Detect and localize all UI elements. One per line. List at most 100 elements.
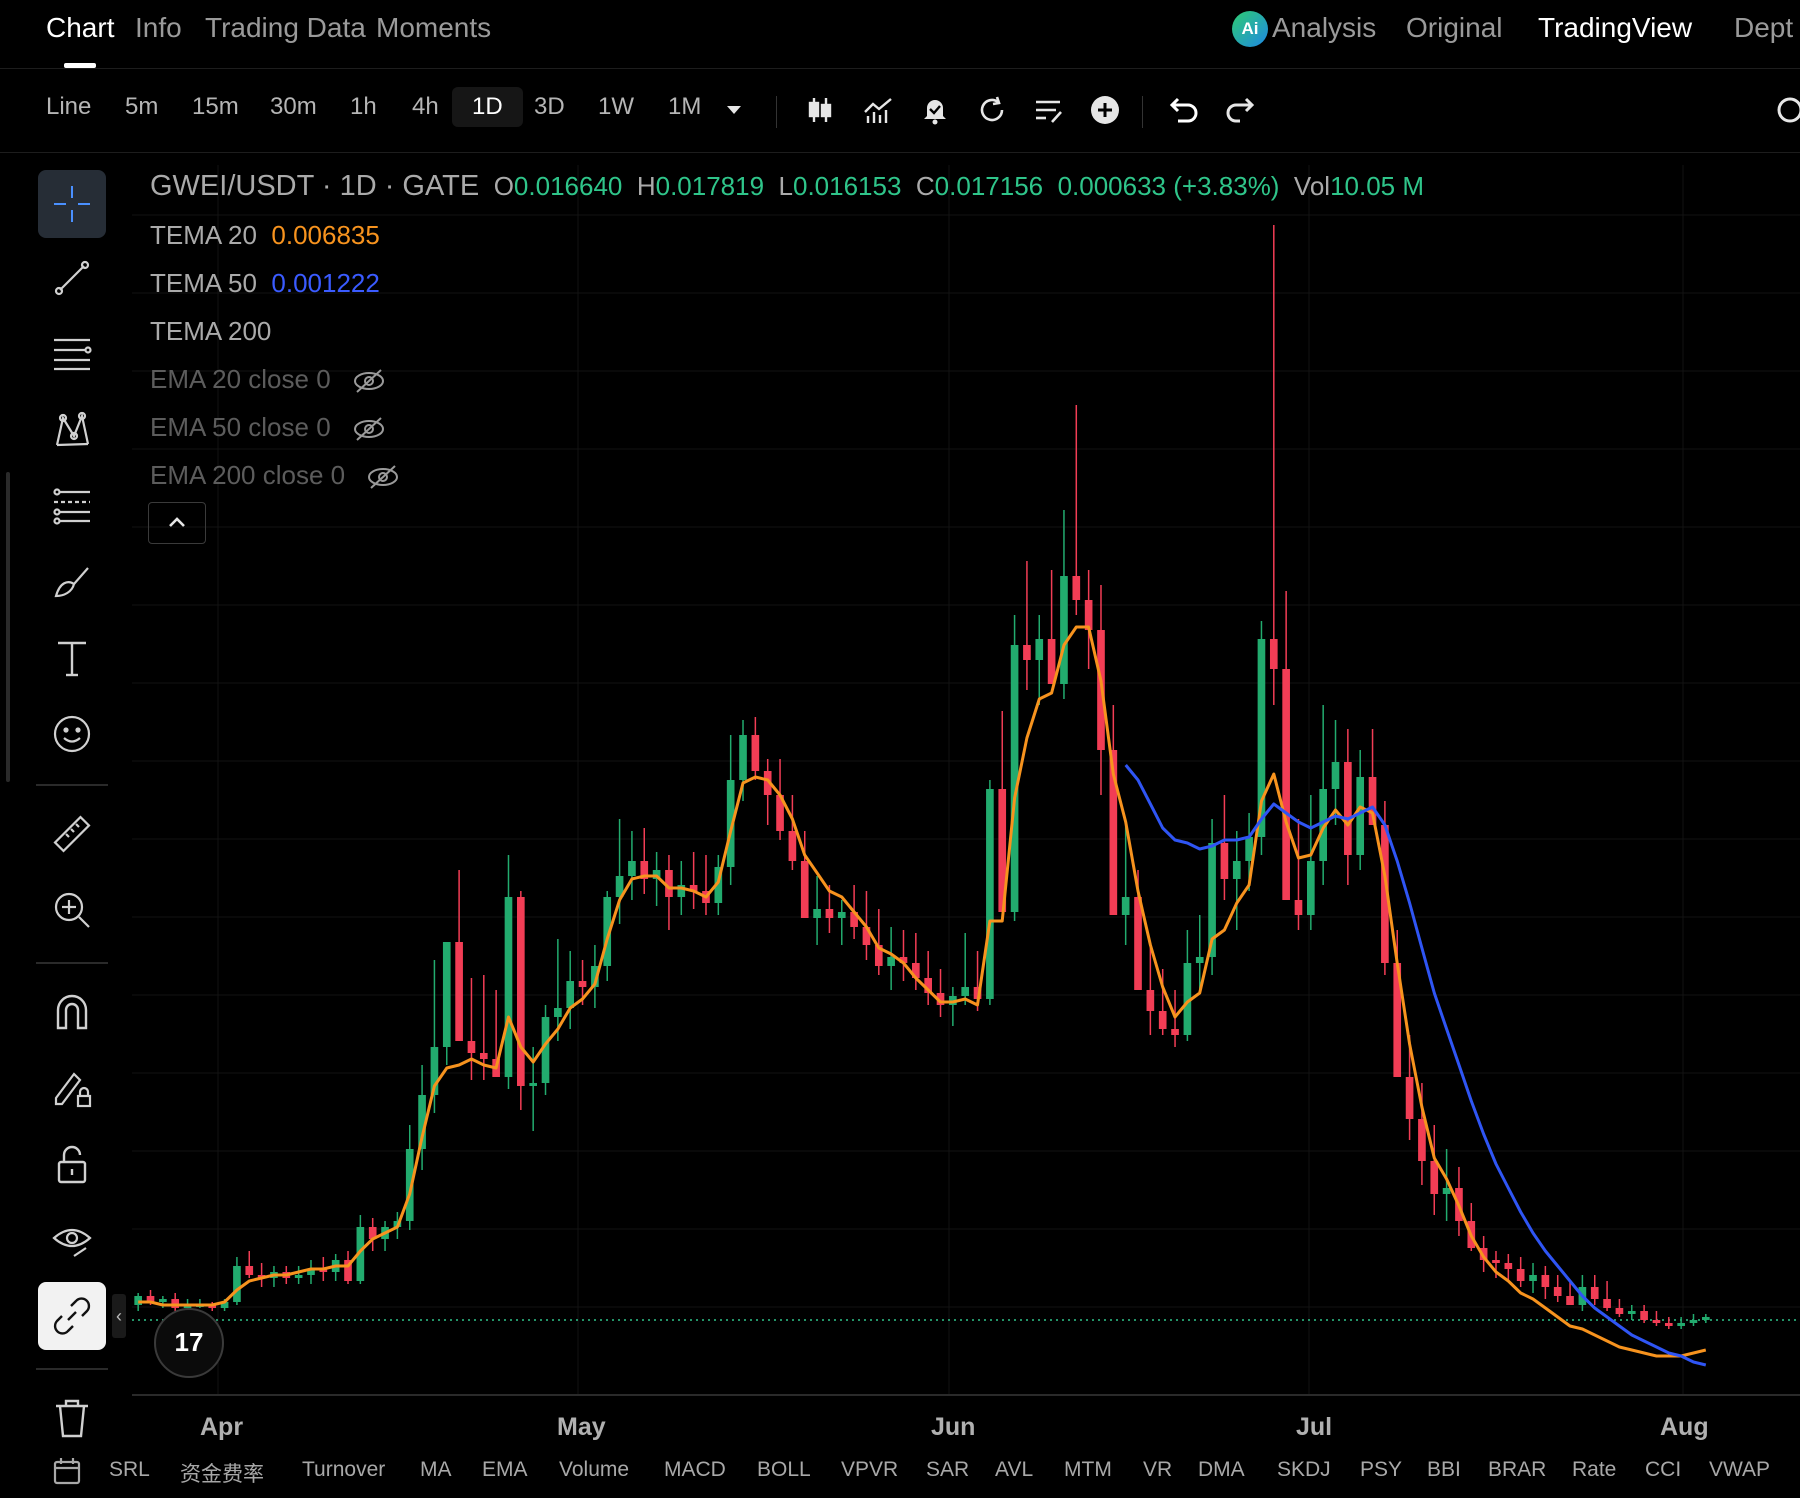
- candle-body: [159, 1299, 167, 1302]
- candle-body: [1652, 1320, 1661, 1323]
- candle-body: [1134, 897, 1142, 990]
- candle-body: [554, 1008, 562, 1017]
- low-value: 0.016153: [792, 171, 902, 201]
- candle-body: [887, 957, 895, 966]
- indicator-bar: SRL 资金费率 Turnover MA EMA Volume MACD BOL…: [0, 1448, 1800, 1498]
- indicator-brar[interactable]: BRAR: [1488, 1458, 1546, 1482]
- candle-body: [1195, 957, 1204, 963]
- tema50-value: 0.001222: [271, 268, 380, 298]
- volume-label: Vol: [1293, 171, 1331, 201]
- indicator-ma[interactable]: MA: [420, 1458, 452, 1482]
- candle-body: [1603, 1299, 1611, 1308]
- candle-body: [1430, 1161, 1439, 1194]
- candle-body: [813, 909, 821, 918]
- ema200-legend[interactable]: EMA 200 close 0: [150, 460, 400, 491]
- high-label: H: [636, 171, 656, 201]
- candle-body: [1590, 1287, 1599, 1299]
- symbol-title[interactable]: GWEI/USDT · 1D · GATE: [150, 170, 479, 202]
- candle-body: [1677, 1323, 1685, 1326]
- calendar-icon[interactable]: [52, 1456, 84, 1488]
- indicator-ema[interactable]: EMA: [482, 1458, 528, 1482]
- candle-body: [825, 909, 834, 918]
- candle-body: [1553, 1287, 1562, 1296]
- collapse-sidebar-button[interactable]: ‹: [112, 1294, 126, 1338]
- indicator-skdj[interactable]: SKDJ: [1277, 1458, 1331, 1482]
- candle-body: [800, 861, 809, 918]
- high-value: 0.017819: [655, 171, 765, 201]
- indicator-vr[interactable]: VR: [1143, 1458, 1172, 1482]
- close-value: 0.017156: [934, 171, 1044, 201]
- candle-body: [529, 1083, 537, 1086]
- candle-body: [788, 831, 797, 861]
- candle-body: [1331, 762, 1340, 789]
- indicator-mtm[interactable]: MTM: [1064, 1458, 1112, 1482]
- tema50-label: TEMA 50: [150, 268, 257, 298]
- hidden-eye-icon[interactable]: [352, 368, 386, 394]
- indicator-srl[interactable]: SRL: [109, 1458, 150, 1482]
- candle-body: [1171, 1029, 1179, 1035]
- x-axis-label: Aug: [1660, 1413, 1709, 1441]
- indicator-psy[interactable]: PSY: [1360, 1458, 1402, 1482]
- candle-body: [294, 1275, 303, 1278]
- candle-body: [566, 981, 575, 1008]
- ema20-label: EMA 20 close 0: [150, 364, 331, 394]
- indicator-sar[interactable]: SAR: [926, 1458, 969, 1482]
- candle-body: [1566, 1296, 1574, 1305]
- ema50-label: EMA 50 close 0: [150, 412, 331, 442]
- indicator-dma[interactable]: DMA: [1198, 1458, 1245, 1482]
- x-axis-label: Jul: [1296, 1413, 1333, 1441]
- candle-body: [1294, 900, 1303, 915]
- low-label: L: [778, 171, 793, 201]
- candle-body: [442, 942, 451, 1047]
- candle-body: [739, 735, 747, 780]
- candle-body: [1702, 1317, 1710, 1320]
- hidden-eye-icon[interactable]: [352, 416, 386, 442]
- x-axis-label: May: [557, 1413, 606, 1441]
- tema50-legend[interactable]: TEMA 50 0.001222: [150, 268, 380, 299]
- indicator-vpvr[interactable]: VPVR: [841, 1458, 898, 1482]
- candle-body: [1023, 645, 1031, 660]
- tradingview-logo[interactable]: 17: [154, 1308, 224, 1378]
- indicator-vwap[interactable]: VWAP: [1709, 1458, 1770, 1482]
- indicator-turnover[interactable]: Turnover: [302, 1458, 385, 1482]
- indicator-rate[interactable]: Rate: [1572, 1458, 1616, 1482]
- indicator-avl[interactable]: AVL: [995, 1458, 1033, 1482]
- ohlc-legend-row: GWEI/USDT · 1D · GATE O0.016640 H0.01781…: [150, 170, 1424, 203]
- ema200-label: EMA 200 close 0: [150, 460, 346, 490]
- open-label: O: [493, 171, 514, 201]
- open-value: 0.016640: [513, 171, 623, 201]
- candle-body: [1689, 1320, 1698, 1323]
- candle-body: [1356, 777, 1365, 855]
- ema20-legend[interactable]: EMA 20 close 0: [150, 364, 386, 395]
- tema200-legend[interactable]: TEMA 200: [150, 316, 271, 347]
- candle-body: [1232, 861, 1241, 879]
- candle-body: [578, 981, 587, 987]
- indicator-funding-rate[interactable]: 资金费率: [180, 1458, 264, 1488]
- indicator-boll[interactable]: BOLL: [757, 1458, 811, 1482]
- candle-body: [1405, 1077, 1414, 1119]
- candle-body: [1529, 1275, 1537, 1281]
- candle-body: [1060, 576, 1068, 684]
- candle-body: [1307, 861, 1315, 915]
- candle-body: [1344, 762, 1352, 855]
- candle-body: [751, 735, 760, 771]
- candle-body: [245, 1266, 254, 1275]
- tema20-legend[interactable]: TEMA 20 0.006835: [150, 220, 380, 251]
- candle-body: [1418, 1119, 1426, 1161]
- indicator-bbi[interactable]: BBI: [1427, 1458, 1461, 1482]
- candle-body: [1492, 1260, 1500, 1263]
- change-value: 0.000633 (+3.83%): [1057, 171, 1280, 201]
- candle-body: [1282, 669, 1290, 900]
- candle-body: [837, 912, 846, 918]
- indicator-macd[interactable]: MACD: [664, 1458, 726, 1482]
- candle-body: [1615, 1308, 1624, 1314]
- hidden-eye-icon[interactable]: [366, 464, 400, 490]
- candle-body: [1269, 639, 1278, 669]
- candle-body: [1121, 897, 1130, 915]
- collapse-legend-button[interactable]: [148, 502, 206, 544]
- candle-body: [1146, 990, 1155, 1011]
- volume-value: 10.05 M: [1330, 171, 1425, 201]
- ema50-legend[interactable]: EMA 50 close 0: [150, 412, 386, 443]
- indicator-cci[interactable]: CCI: [1645, 1458, 1681, 1482]
- indicator-volume[interactable]: Volume: [559, 1458, 629, 1482]
